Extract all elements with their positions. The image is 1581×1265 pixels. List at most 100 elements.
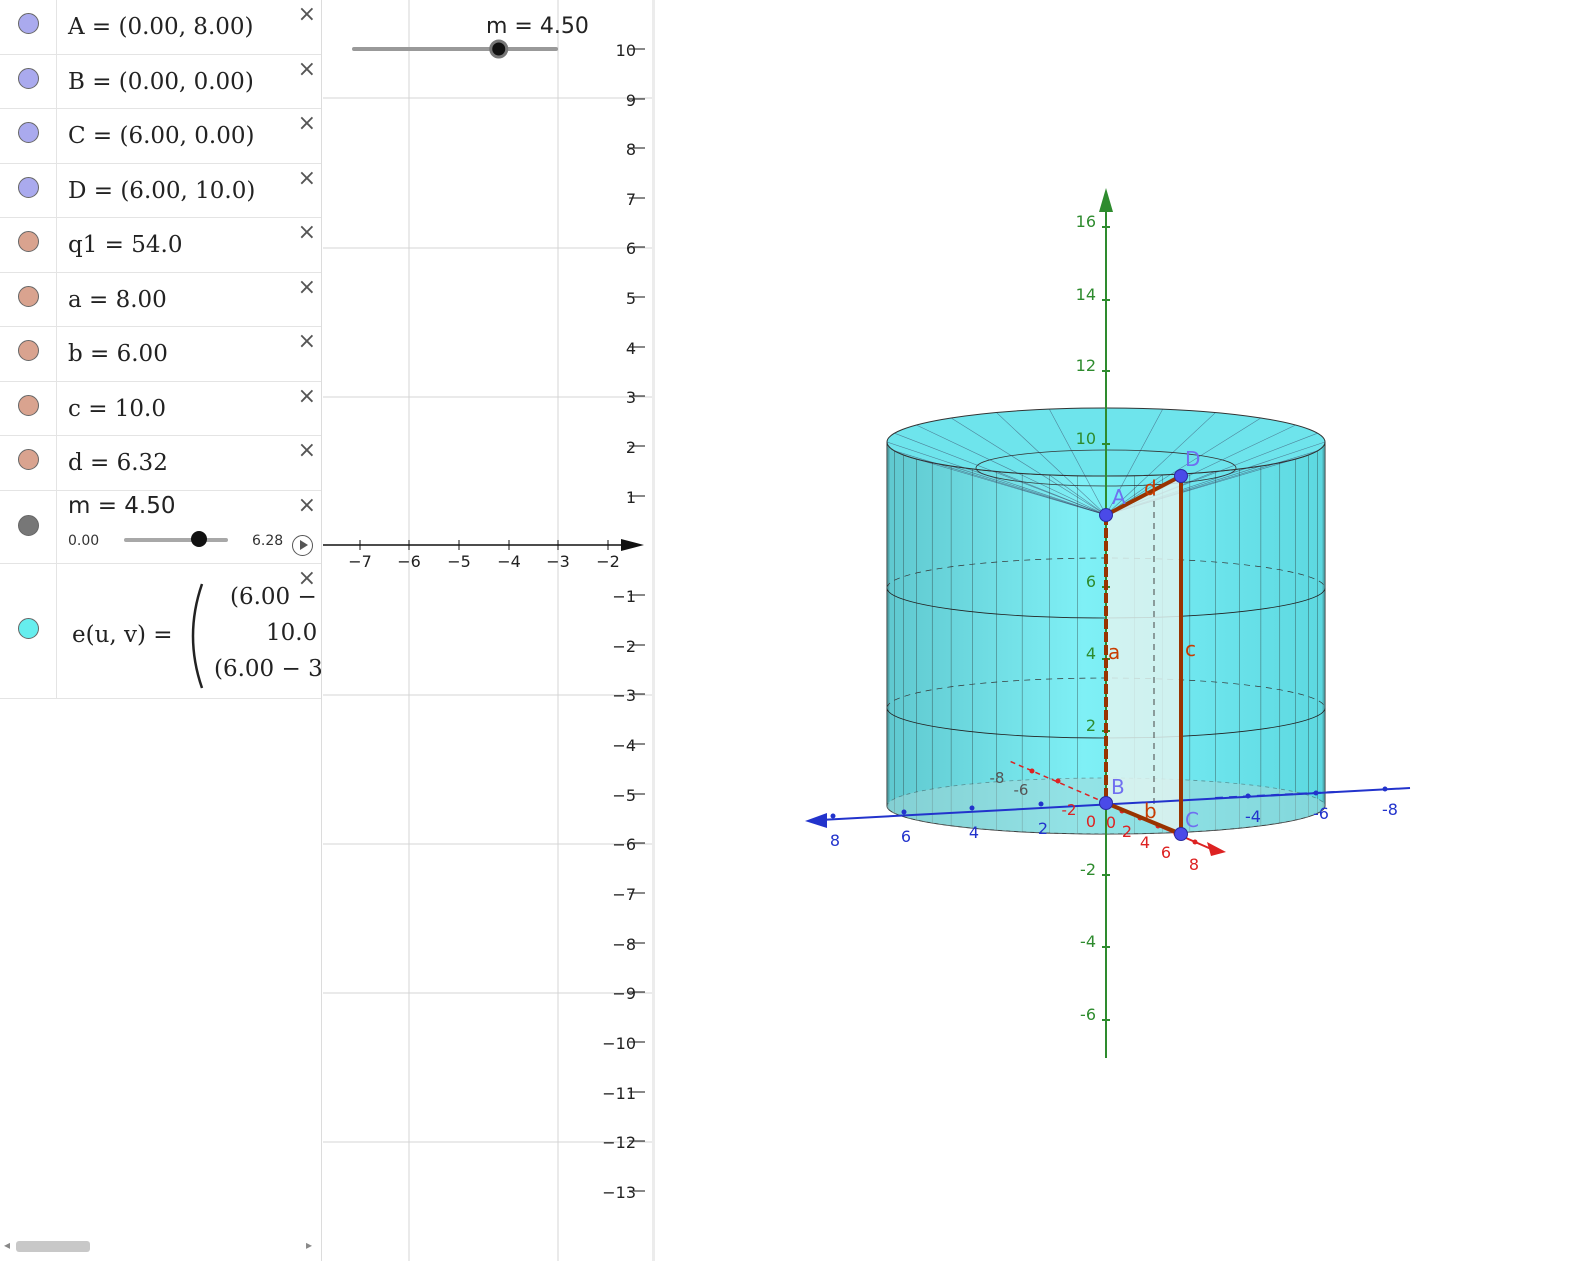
- x-tick-label: −6: [397, 552, 421, 571]
- z-tick-label: 16: [1076, 212, 1096, 231]
- algebra-row[interactable]: b = 6.00 ×: [0, 327, 321, 382]
- visibility-toggle[interactable]: [18, 394, 39, 416]
- slider-m-track[interactable]: [124, 538, 228, 542]
- close-icon[interactable]: ×: [298, 329, 316, 354]
- x-tick-label: 8: [1189, 855, 1199, 874]
- algebra-row[interactable]: B = (0.00, 0.00) ×: [0, 54, 321, 109]
- y-tick-label: 5: [626, 289, 636, 308]
- point-label-C: C: [1185, 808, 1199, 832]
- visibility-toggle[interactable]: [18, 13, 39, 34]
- x-tick-dot: [1055, 778, 1061, 784]
- x-tick-label: −7: [348, 552, 372, 571]
- object-definition[interactable]: D = (6.00, 10.0): [68, 178, 255, 204]
- object-definition[interactable]: c = 10.0: [68, 396, 166, 422]
- y-tick-label: 2: [626, 438, 636, 457]
- algebra-row-surface-e[interactable]: e(u, v) = (6.00 − 3 10.0 (6.00 − 3. ×: [0, 564, 321, 699]
- object-definition[interactable]: a = 8.00: [68, 287, 167, 313]
- object-definition[interactable]: B = (0.00, 0.00): [68, 69, 254, 95]
- close-icon[interactable]: ×: [298, 166, 316, 191]
- y-tick-label: -2: [1062, 801, 1077, 819]
- point-A[interactable]: [1099, 508, 1113, 522]
- object-definition[interactable]: C = (6.00, 0.00): [68, 123, 254, 149]
- graphics-2d-canvas[interactable]: −7 −6 −5 −4 −3 −2 10 9 8 7 6 5 4 3 2 1 −1 −2 −3 −4 −5 −6 −7 −8 −…: [323, 0, 653, 1261]
- y-tick-label: 9: [626, 91, 636, 110]
- left-paren-icon: [191, 583, 204, 689]
- z-tick-label: -6: [1080, 1005, 1096, 1024]
- visibility-toggle[interactable]: [18, 67, 39, 89]
- visibility-toggle[interactable]: [18, 122, 39, 143]
- surface-lhs: e(u, v) =: [72, 622, 173, 648]
- y-tick-dot: [901, 809, 907, 815]
- z-tick-label: 6: [1086, 572, 1096, 591]
- algebra-row[interactable]: a = 8.00 ×: [0, 272, 321, 327]
- y-tick-label: 8: [626, 140, 636, 159]
- slider-m-knob[interactable]: [190, 531, 207, 547]
- point-D[interactable]: [1174, 469, 1188, 483]
- close-icon[interactable]: ×: [298, 384, 316, 409]
- slider-min-label: 0.00: [68, 533, 100, 549]
- z-axis-arrow-icon: [1099, 188, 1113, 212]
- graphics-2d-view[interactable]: −7 −6 −5 −4 −3 −2 10 9 8 7 6 5 4 3 2 1 −1 −2 −3 −4 −5 −6 −7 −8 −…: [323, 0, 653, 1261]
- z-tick-label: 10: [1076, 429, 1096, 448]
- algebra-row[interactable]: q1 = 54.0 ×: [0, 218, 321, 273]
- close-icon[interactable]: ×: [298, 493, 316, 518]
- algebra-row[interactable]: c = 10.0 ×: [0, 381, 321, 436]
- scrollbar-thumb[interactable]: [16, 1241, 90, 1252]
- x-tick-label: −2: [596, 552, 620, 571]
- scroll-left-icon[interactable]: ◂: [4, 1238, 10, 1252]
- algebra-row[interactable]: d = 6.32 ×: [0, 436, 321, 491]
- visibility-toggle[interactable]: [18, 340, 39, 361]
- close-icon[interactable]: ×: [298, 275, 316, 300]
- close-icon[interactable]: ×: [298, 57, 316, 82]
- y-tick-label: 3: [626, 388, 636, 407]
- close-icon[interactable]: ×: [298, 2, 316, 27]
- close-icon[interactable]: ×: [298, 111, 316, 136]
- y-tick-label: 4: [969, 823, 979, 842]
- algebra-row[interactable]: A = (0.00, 8.00) ×: [0, 0, 321, 55]
- y-tick-label: −4: [612, 736, 636, 755]
- visibility-toggle[interactable]: [18, 176, 39, 198]
- object-definition[interactable]: d = 6.32: [68, 450, 168, 476]
- algebra-row[interactable]: D = (6.00, 10.0) ×: [0, 163, 321, 218]
- x-tick-label: 4: [1140, 833, 1150, 852]
- slider-max-label: 6.28: [252, 533, 284, 549]
- y-tick-label: −1: [612, 587, 636, 606]
- graphics-3d-view[interactable]: 8 6 4 2 -2 -4 -6 -8 0 2 4 6 8 -8 -6 16 14 12 10 6 4 2 -2 -4 -6 0 a…: [655, 0, 1581, 1261]
- y-tick-label: 1: [626, 488, 636, 507]
- x-tick-label: −5: [447, 552, 471, 571]
- y-tick-label: 10: [616, 41, 636, 60]
- slider-m-knob[interactable]: [489, 39, 509, 59]
- y-tick-label: −6: [612, 835, 636, 854]
- graphics-3d-canvas[interactable]: 8 6 4 2-2 -4 -6 -80 2468-8-616141210642-2-4-60a…: [655, 0, 1581, 1261]
- y-tick-label: −12: [602, 1133, 636, 1152]
- y-tick-label: −2: [612, 637, 636, 656]
- algebra-horizontal-scrollbar[interactable]: ◂ ▸: [0, 1233, 321, 1261]
- point-label-D: D: [1185, 447, 1200, 471]
- visibility-toggle-e[interactable]: [18, 618, 39, 639]
- x-tick-label: -8: [990, 769, 1005, 787]
- y-tick-label: 2: [1038, 819, 1048, 838]
- z-tick-label: 12: [1076, 356, 1096, 375]
- algebra-row-slider-m[interactable]: m = 4.50 × 0.00 6.28: [0, 491, 321, 564]
- visibility-toggle[interactable]: [18, 449, 39, 470]
- scroll-right-icon[interactable]: ▸: [306, 1238, 312, 1252]
- visibility-toggle[interactable]: [18, 231, 39, 252]
- visibility-toggle-m[interactable]: [18, 515, 39, 536]
- close-icon[interactable]: ×: [298, 566, 316, 591]
- y-tick-label: -6: [1313, 804, 1329, 823]
- visibility-toggle[interactable]: [18, 285, 39, 307]
- object-definition[interactable]: A = (0.00, 8.00): [68, 14, 254, 40]
- x-tick-label: -6: [1014, 781, 1029, 799]
- play-icon[interactable]: [292, 535, 313, 556]
- x-axis-arrow-icon: [1207, 842, 1226, 856]
- close-icon[interactable]: ×: [298, 220, 316, 245]
- slider-m-definition[interactable]: m = 4.50: [68, 493, 176, 519]
- y-tick-label: −11: [602, 1084, 636, 1103]
- y-tick-label: 4: [626, 339, 636, 358]
- close-icon[interactable]: ×: [298, 438, 316, 463]
- y-tick-label: 7: [626, 190, 636, 209]
- object-definition[interactable]: q1 = 54.0: [68, 232, 182, 258]
- algebra-row[interactable]: C = (6.00, 0.00) ×: [0, 109, 321, 164]
- x-tick-dot: [1192, 839, 1198, 845]
- object-definition[interactable]: b = 6.00: [68, 341, 168, 367]
